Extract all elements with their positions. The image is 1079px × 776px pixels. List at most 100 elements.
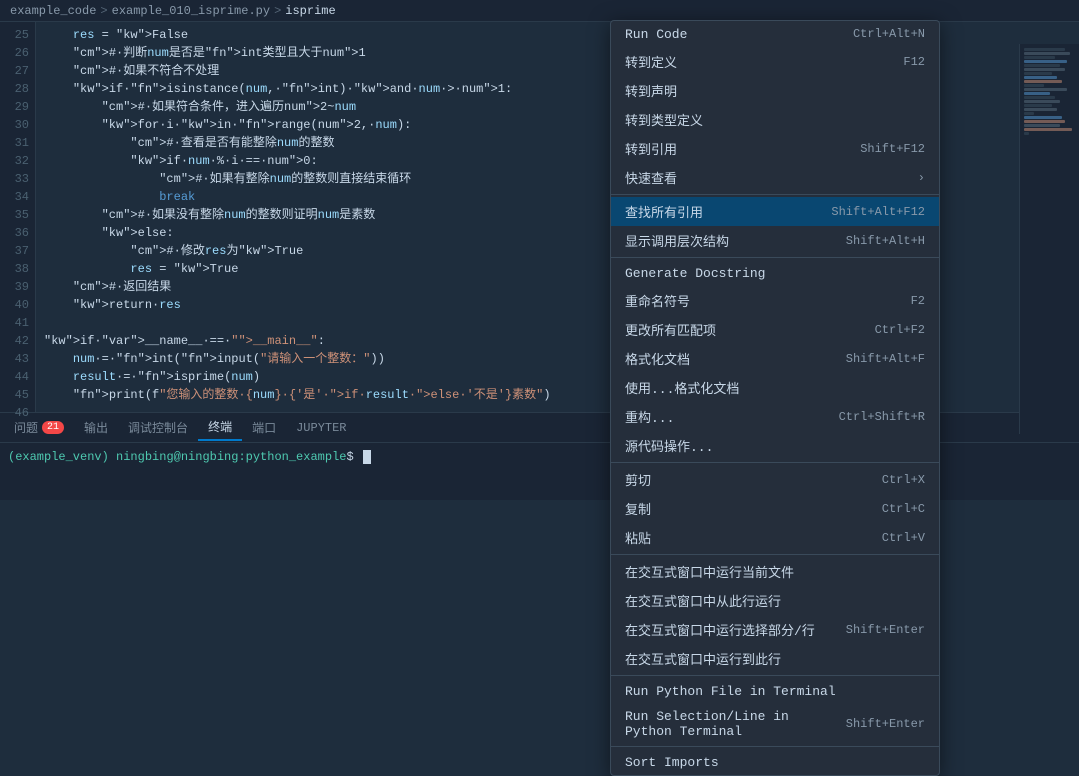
tab-端口[interactable]: 端口 <box>242 415 286 440</box>
line-number: 34 <box>0 188 29 206</box>
menu-item[interactable]: 转到类型定义 <box>611 105 939 134</box>
menu-item[interactable]: 在交互式窗口中运行当前文件 <box>611 557 939 586</box>
menu-item-label: 在交互式窗口中运行到此行 <box>625 649 925 668</box>
breadcrumb-folder[interactable]: example_code <box>10 4 96 18</box>
breadcrumb-symbol[interactable]: isprime <box>285 4 335 18</box>
line-number: 43 <box>0 350 29 368</box>
breadcrumb-sep2: > <box>274 4 281 18</box>
menu-item[interactable]: 重构... Ctrl+Shift+R <box>611 402 939 431</box>
menu-item[interactable]: Run CodeCtrl+Alt+N <box>611 21 939 47</box>
menu-item-arrow: › <box>918 171 925 185</box>
menu-item-label: 转到声明 <box>625 81 925 100</box>
menu-separator <box>611 462 939 463</box>
menu-item-label: 源代码操作... <box>625 436 925 455</box>
menu-item[interactable]: 重命名符号 F2 <box>611 286 939 315</box>
menu-item-shortcut: Ctrl+Shift+R <box>839 410 925 424</box>
terminal-dollar: $ <box>346 450 360 464</box>
menu-item[interactable]: 转到声明 <box>611 76 939 105</box>
menu-item-label: 快速查看 <box>625 168 910 187</box>
menu-item-label: 重命名符号 <box>625 291 891 310</box>
tab-终端[interactable]: 终端 <box>198 414 242 441</box>
minimap <box>1019 44 1079 434</box>
line-number: 32 <box>0 152 29 170</box>
menu-item-label: 查找所有引用 <box>625 202 811 221</box>
menu-item[interactable]: Sort Imports <box>611 749 939 775</box>
tab-label: JUPYTER <box>296 421 346 435</box>
menu-item-label: 在交互式窗口中从此行运行 <box>625 591 925 610</box>
line-number: 38 <box>0 260 29 278</box>
menu-item-label: 粘贴 <box>625 528 862 547</box>
menu-item-label: 重构... <box>625 407 819 426</box>
menu-item[interactable]: 更改所有匹配项 Ctrl+F2 <box>611 315 939 344</box>
menu-item[interactable]: 格式化文档Shift+Alt+F <box>611 344 939 373</box>
tab-badge: 21 <box>42 421 64 434</box>
menu-item-label: 复制 <box>625 499 862 518</box>
menu-item[interactable]: 在交互式窗口中运行选择部分/行 Shift+Enter <box>611 615 939 644</box>
breadcrumb-file[interactable]: example_010_isprime.py <box>112 4 270 18</box>
menu-item[interactable]: 查找所有引用 Shift+Alt+F12 <box>611 197 939 226</box>
terminal-user: ningbing@ningbing:python_example <box>116 450 346 464</box>
tab-label: 问题 <box>14 419 38 436</box>
line-number: 27 <box>0 62 29 80</box>
tab-jupyter[interactable]: JUPYTER <box>286 417 356 439</box>
line-number: 30 <box>0 116 29 134</box>
menu-separator <box>611 194 939 195</box>
line-number: 39 <box>0 278 29 296</box>
menu-item[interactable]: 使用...格式化文档 <box>611 373 939 402</box>
line-number: 35 <box>0 206 29 224</box>
menu-separator <box>611 257 939 258</box>
menu-item[interactable]: 在交互式窗口中从此行运行 <box>611 586 939 615</box>
menu-item[interactable]: 快速查看 › <box>611 163 939 192</box>
menu-item-label: 剪切 <box>625 470 862 489</box>
menu-item[interactable]: 复制Ctrl+C <box>611 494 939 523</box>
menu-item-label: 转到类型定义 <box>625 110 925 129</box>
menu-item[interactable]: Generate Docstring <box>611 260 939 286</box>
menu-item[interactable]: 显示调用层次结构 Shift+Alt+H <box>611 226 939 255</box>
menu-item[interactable]: 粘贴Ctrl+V <box>611 523 939 552</box>
menu-item-label: 在交互式窗口中运行选择部分/行 <box>625 620 826 639</box>
menu-item[interactable]: Run Selection/Line in Python Terminal Shi… <box>611 704 939 744</box>
terminal-prompt: (example_venv) <box>8 450 116 464</box>
tab-问题[interactable]: 问题 21 <box>4 415 74 440</box>
menu-item-shortcut: F12 <box>903 55 925 69</box>
menu-item-shortcut: Ctrl+F2 <box>875 323 925 337</box>
terminal-cursor <box>363 450 371 464</box>
menu-item-shortcut: Shift+Enter <box>846 717 925 731</box>
tab-label: 端口 <box>252 419 276 436</box>
line-number: 40 <box>0 296 29 314</box>
menu-item-label: Generate Docstring <box>625 266 925 281</box>
menu-item-shortcut: Ctrl+Alt+N <box>853 27 925 41</box>
menu-item[interactable]: 转到引用Shift+F12 <box>611 134 939 163</box>
menu-item-shortcut: F2 <box>911 294 925 308</box>
breadcrumb: example_code > example_010_isprime.py > … <box>0 0 1079 22</box>
menu-item[interactable]: 源代码操作... <box>611 431 939 460</box>
menu-separator <box>611 746 939 747</box>
menu-item[interactable]: 转到定义F12 <box>611 47 939 76</box>
line-number: 41 <box>0 314 29 332</box>
tab-输出[interactable]: 输出 <box>74 415 118 440</box>
line-number: 44 <box>0 368 29 386</box>
menu-item-shortcut: Shift+Enter <box>846 623 925 637</box>
menu-item[interactable]: Run Python File in Terminal <box>611 678 939 704</box>
menu-item-label: Run Selection/Line in Python Terminal <box>625 709 826 739</box>
menu-item-label: 显示调用层次结构 <box>625 231 826 250</box>
menu-item-shortcut: Shift+Alt+H <box>846 234 925 248</box>
line-number: 37 <box>0 242 29 260</box>
tab-调试控制台[interactable]: 调试控制台 <box>118 415 198 440</box>
menu-item-shortcut: Shift+Alt+F12 <box>831 205 925 219</box>
line-number: 31 <box>0 134 29 152</box>
menu-item[interactable]: 剪切 Ctrl+X <box>611 465 939 494</box>
menu-item[interactable]: 在交互式窗口中运行到此行 <box>611 644 939 673</box>
line-number: 29 <box>0 98 29 116</box>
line-number: 25 <box>0 26 29 44</box>
context-menu: Run CodeCtrl+Alt+N转到定义F12 转到声明转到类型定义转到引用S… <box>610 20 940 776</box>
line-number: 36 <box>0 224 29 242</box>
menu-separator <box>611 554 939 555</box>
menu-item-shortcut: Ctrl+X <box>882 473 925 487</box>
menu-item-label: 更改所有匹配项 <box>625 320 855 339</box>
line-number: 28 <box>0 80 29 98</box>
tab-label: 调试控制台 <box>128 419 188 436</box>
menu-item-label: Sort Imports <box>625 755 925 770</box>
line-number: 45 <box>0 386 29 404</box>
menu-item-shortcut: Shift+Alt+F <box>846 352 925 366</box>
